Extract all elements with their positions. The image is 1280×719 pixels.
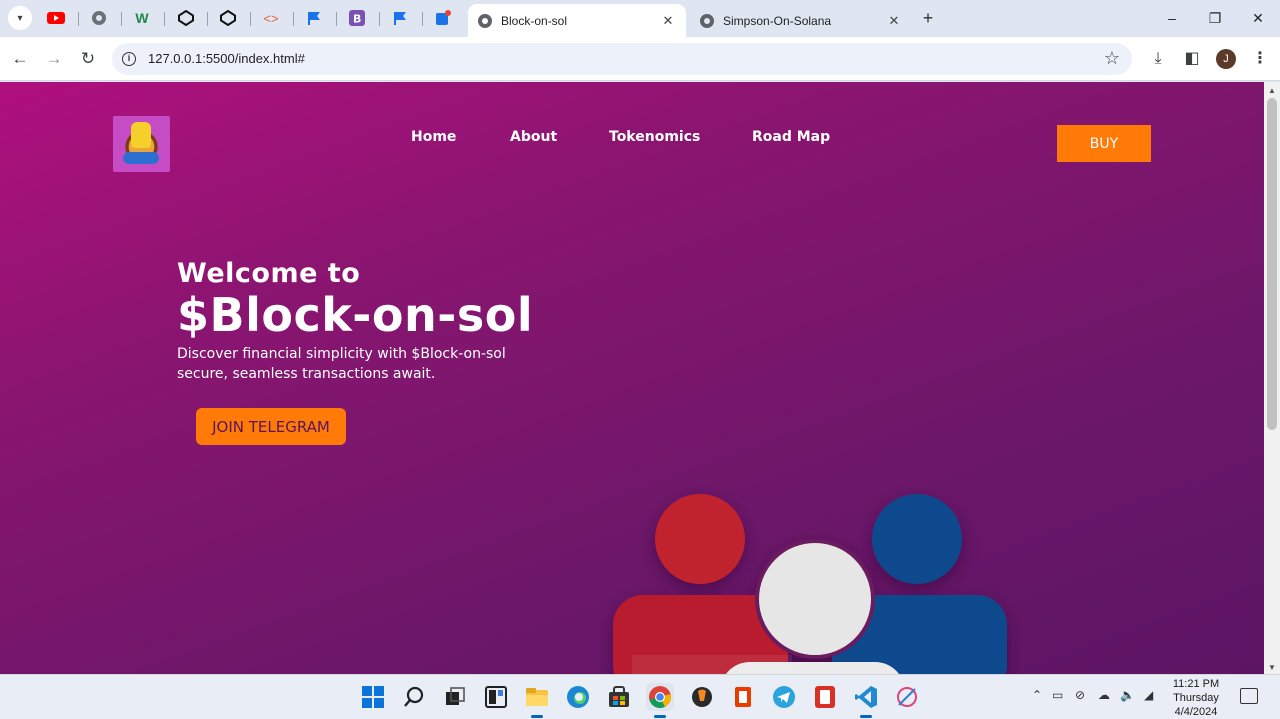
tab-separator <box>78 12 79 26</box>
profile-avatar[interactable]: J <box>1216 49 1236 69</box>
system-clock[interactable]: 11:21 PM Thursday 4/4/2024 <box>1165 677 1227 719</box>
bookmark-star-icon[interactable]: ☆ <box>1104 48 1120 69</box>
url-text[interactable]: 127.0.0.1:5500/index.html# <box>148 51 305 66</box>
bootstrap-icon[interactable]: B <box>347 8 367 28</box>
menu-icon[interactable]: ⋮ <box>1248 47 1272 71</box>
office-icon[interactable] <box>729 683 757 711</box>
side-panel-icon[interactable]: ◧ <box>1180 47 1204 71</box>
globe-icon <box>478 13 492 28</box>
tab-separator <box>336 12 337 26</box>
edge-icon[interactable] <box>564 683 592 711</box>
volume-icon[interactable]: 🔈 <box>1120 688 1135 702</box>
task-view-icon[interactable] <box>441 683 469 711</box>
reload-button[interactable]: ↻ <box>76 47 100 71</box>
windows-start-icon[interactable] <box>359 683 387 711</box>
code-icon[interactable]: <> <box>261 8 281 28</box>
chrome-icon[interactable] <box>646 683 674 711</box>
notification-icon[interactable] <box>1240 688 1258 704</box>
tab-strip: ▾ W <> B Block-on-sol ✕ Simpson-On-Solan… <box>0 0 1280 37</box>
youtube-icon[interactable] <box>46 8 66 28</box>
scroll-down-icon[interactable]: ▼ <box>1268 663 1276 672</box>
fullscreen-hint <box>632 655 792 674</box>
vscode-icon[interactable] <box>852 683 880 711</box>
address-bar[interactable]: i 127.0.0.1:5500/index.html# ☆ <box>112 43 1132 75</box>
tab-search-button[interactable]: ▾ <box>8 6 32 30</box>
back-button[interactable]: ← <box>8 47 32 71</box>
nav-home[interactable]: Home <box>411 129 456 145</box>
tab-title: Block-on-sol <box>501 13 568 28</box>
clock-time: 11:21 PM <box>1172 678 1220 690</box>
chevron-up-icon[interactable]: ⌃ <box>1032 688 1042 702</box>
scroll-up-icon[interactable]: ▲ <box>1268 86 1276 95</box>
clock-date: 4/4/2024 <box>1174 706 1218 718</box>
running-indicator <box>654 715 666 718</box>
tab-separator <box>121 12 122 26</box>
edit-icon[interactable] <box>433 8 453 28</box>
browser-toolbar: ← → ↻ i 127.0.0.1:5500/index.html# ☆ ⤓ ◧… <box>0 37 1280 81</box>
running-indicator <box>860 715 872 718</box>
tab-title: Simpson-On-Solana <box>723 13 832 28</box>
cloud-icon[interactable]: ☁ <box>1098 688 1110 702</box>
nav-about[interactable]: About <box>510 129 557 145</box>
flag-icon[interactable] <box>390 8 410 28</box>
store-icon[interactable] <box>605 683 633 711</box>
wifi-icon[interactable]: ◢ <box>1144 688 1153 702</box>
flag-icon[interactable] <box>304 8 324 28</box>
download-icon[interactable]: ⤓ <box>1146 47 1170 71</box>
close-window-button[interactable]: ✕ <box>1238 6 1278 30</box>
pdf-reader-icon[interactable] <box>811 683 839 711</box>
close-icon[interactable]: ✕ <box>660 13 676 29</box>
codepen-icon[interactable] <box>218 8 238 28</box>
hero-title: $Block-on-sol <box>177 288 534 342</box>
tab-simpson-on-solana[interactable]: Simpson-On-Solana ✕ <box>690 4 912 37</box>
snipping-tool-icon[interactable] <box>893 683 921 711</box>
network-off-icon[interactable]: ⊘ <box>1075 688 1085 702</box>
globe-icon[interactable] <box>89 8 109 28</box>
tab-separator <box>379 12 380 26</box>
battery-icon[interactable]: ▭ <box>1052 688 1063 702</box>
windows-taskbar: ⌃ ▭ ⊘ ☁ 🔈 ◢ 11:21 PM Thursday 4/4/2024 <box>0 674 1280 719</box>
tab-block-on-sol[interactable]: Block-on-sol ✕ <box>468 4 686 37</box>
restore-button[interactable]: ❐ <box>1195 6 1235 30</box>
nav-roadmap[interactable]: Road Map <box>752 129 830 145</box>
buy-button[interactable]: BUY <box>1057 125 1151 162</box>
tab-separator <box>422 12 423 26</box>
new-tab-button[interactable]: + <box>918 8 938 28</box>
minimize-button[interactable]: – <box>1152 6 1192 30</box>
svg-text:B: B <box>353 13 361 26</box>
running-indicator <box>531 715 543 718</box>
hero-subtitle: Discover financial simplicity with $Bloc… <box>177 346 506 382</box>
webflow-icon[interactable]: W <box>132 8 152 28</box>
people-illustration <box>613 494 1007 674</box>
site-info-icon[interactable]: i <box>122 52 136 66</box>
globe-icon <box>700 13 714 28</box>
web-page: Home About Tokenomics Road Map BUY Welco… <box>0 82 1264 674</box>
forward-button[interactable]: → <box>42 47 66 71</box>
tab-separator <box>250 12 251 26</box>
search-icon[interactable] <box>400 683 428 711</box>
site-logo[interactable] <box>113 116 170 172</box>
tab-separator <box>164 12 165 26</box>
telegram-icon[interactable] <box>770 683 798 711</box>
nav-tokenomics[interactable]: Tokenomics <box>609 129 700 145</box>
tab-separator <box>293 12 294 26</box>
hero-welcome: Welcome to <box>177 258 361 289</box>
scroll-thumb[interactable] <box>1267 98 1277 430</box>
close-icon[interactable]: ✕ <box>886 13 902 29</box>
file-explorer-icon[interactable] <box>523 683 551 711</box>
clock-day: Thursday <box>1173 692 1219 704</box>
join-telegram-button[interactable]: JOIN TELEGRAM <box>196 408 346 445</box>
codepen-icon[interactable] <box>176 8 196 28</box>
widgets-icon[interactable] <box>482 683 510 711</box>
fl-studio-icon[interactable] <box>688 683 716 711</box>
tab-separator <box>207 12 208 26</box>
page-scrollbar[interactable]: ▲ ▼ <box>1264 82 1280 674</box>
